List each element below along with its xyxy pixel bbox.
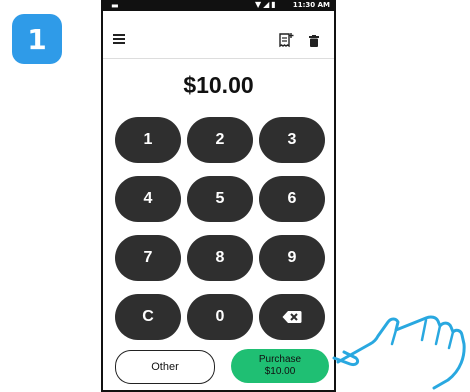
other-button[interactable]: Other	[115, 350, 215, 384]
pointing-hand-icon	[332, 315, 466, 390]
other-button-label: Other	[151, 361, 179, 373]
status-bar: ▬ ▼◢▮ 11:30 AM	[103, 0, 334, 11]
backspace-icon	[282, 311, 302, 323]
key-5[interactable]: 5	[187, 176, 253, 222]
key-backspace[interactable]	[259, 294, 325, 340]
key-8[interactable]: 8	[187, 235, 253, 281]
receipt-add-icon[interactable]	[278, 32, 294, 48]
phone-screen: ▬ ▼◢▮ 11:30 AM $10.00 1 2 3 4 5 6 7 8 9 …	[101, 0, 336, 392]
key-1[interactable]: 1	[115, 117, 181, 163]
trash-icon[interactable]	[309, 35, 319, 47]
app-status-icon: ▬	[111, 1, 119, 10]
key-6[interactable]: 6	[259, 176, 325, 222]
key-4[interactable]: 4	[115, 176, 181, 222]
step-number-badge: 1	[12, 14, 62, 64]
key-0[interactable]: 0	[187, 294, 253, 340]
key-clear[interactable]: C	[115, 294, 181, 340]
key-3[interactable]: 3	[259, 117, 325, 163]
menu-icon[interactable]	[113, 34, 125, 44]
purchase-button[interactable]: Purchase $10.00	[231, 349, 329, 383]
app-bar	[103, 26, 334, 54]
purchase-button-label: Purchase	[258, 354, 302, 365]
key-7[interactable]: 7	[115, 235, 181, 281]
purchase-button-amount: $10.00	[264, 366, 296, 377]
amount-display: $10.00	[183, 72, 254, 98]
status-time: 11:30 AM	[292, 1, 330, 9]
signal-battery-icons: ▼◢▮	[255, 0, 278, 9]
key-2[interactable]: 2	[187, 117, 253, 163]
header-divider	[103, 58, 334, 59]
key-9[interactable]: 9	[259, 235, 325, 281]
